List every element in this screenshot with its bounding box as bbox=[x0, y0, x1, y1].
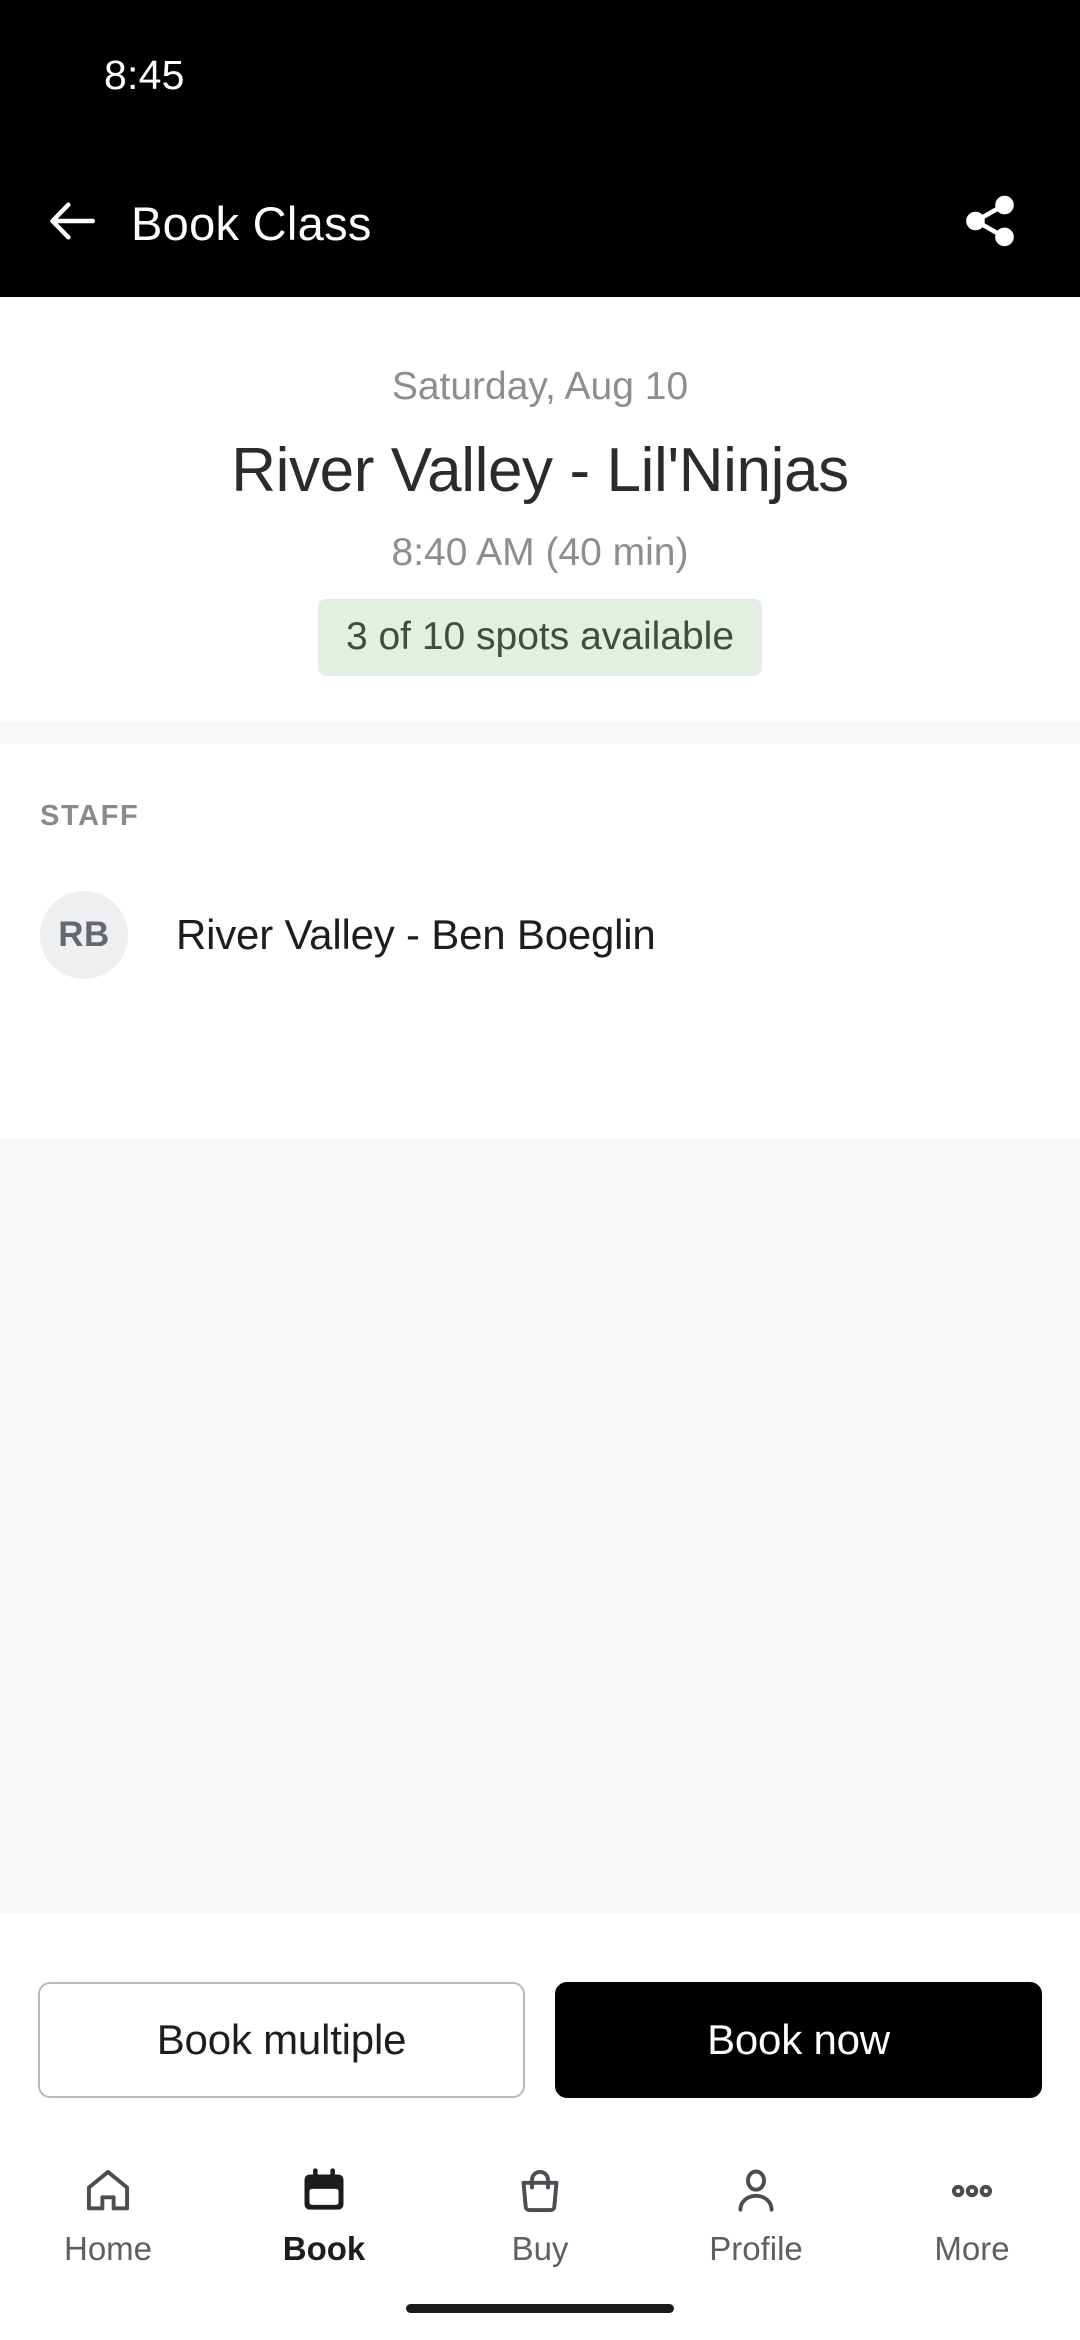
class-date: Saturday, Aug 10 bbox=[391, 365, 689, 408]
action-bar: Book multiple Book now bbox=[0, 1914, 1080, 2150]
content-filler bbox=[0, 1139, 1080, 1914]
ellipsis-icon bbox=[946, 2160, 998, 2222]
app-screen: 8:45 Book Class Saturday, Aug 10 River V… bbox=[0, 0, 1080, 2340]
person-icon bbox=[730, 2160, 782, 2222]
spots-badge-container: 3 of 10 spots available bbox=[40, 599, 1040, 676]
status-bar-clock: 8:45 bbox=[104, 51, 185, 98]
nav-item-home[interactable]: Home bbox=[0, 2160, 216, 2268]
class-name: River Valley - Lil'Ninjas bbox=[231, 435, 849, 505]
calendar-icon bbox=[298, 2160, 350, 2222]
nav-item-profile[interactable]: Profile bbox=[648, 2160, 864, 2268]
share-icon bbox=[961, 192, 1019, 255]
share-button[interactable] bbox=[952, 186, 1028, 262]
bag-icon bbox=[514, 2160, 566, 2222]
nav-item-more[interactable]: More bbox=[864, 2160, 1080, 2268]
class-summary: Saturday, Aug 10 River Valley - Lil'Ninj… bbox=[0, 297, 1080, 722]
book-multiple-button[interactable]: Book multiple bbox=[38, 1982, 525, 2098]
home-icon bbox=[82, 2160, 134, 2222]
avatar: RB bbox=[40, 891, 128, 979]
nav-label-book: Book bbox=[282, 2230, 366, 2267]
class-time-duration: 8:40 AM (40 min) bbox=[391, 531, 689, 575]
nav-label-more: More bbox=[934, 2230, 1010, 2267]
list-item[interactable]: RB River Valley - Ben Boeglin bbox=[40, 891, 1040, 979]
page-title: Book Class bbox=[131, 197, 372, 250]
nav-item-buy[interactable]: Buy bbox=[432, 2160, 648, 2268]
back-button[interactable] bbox=[36, 187, 110, 261]
nav-label-home: Home bbox=[63, 2230, 153, 2267]
bottom-navigation: Home Book Buy Profile More bbox=[0, 2150, 1080, 2298]
home-indicator-area bbox=[0, 2298, 1080, 2340]
home-indicator[interactable] bbox=[406, 2304, 674, 2313]
status-badge: 3 of 10 spots available bbox=[317, 599, 763, 676]
nav-label-buy: Buy bbox=[511, 2230, 569, 2267]
staff-name: River Valley - Ben Boeglin bbox=[176, 911, 656, 958]
arrow-left-icon bbox=[45, 193, 101, 254]
section-divider bbox=[0, 722, 1080, 744]
nav-item-book[interactable]: Book bbox=[216, 2160, 432, 2268]
status-bar: 8:45 bbox=[0, 0, 1080, 150]
avatar-initials: RB bbox=[58, 915, 110, 954]
nav-label-profile: Profile bbox=[709, 2230, 803, 2267]
staff-section-label: STAFF bbox=[40, 800, 140, 832]
staff-section: STAFF RB River Valley - Ben Boeglin bbox=[0, 744, 1080, 1139]
book-now-button[interactable]: Book now bbox=[555, 1982, 1042, 2098]
app-bar: Book Class bbox=[0, 150, 1080, 297]
